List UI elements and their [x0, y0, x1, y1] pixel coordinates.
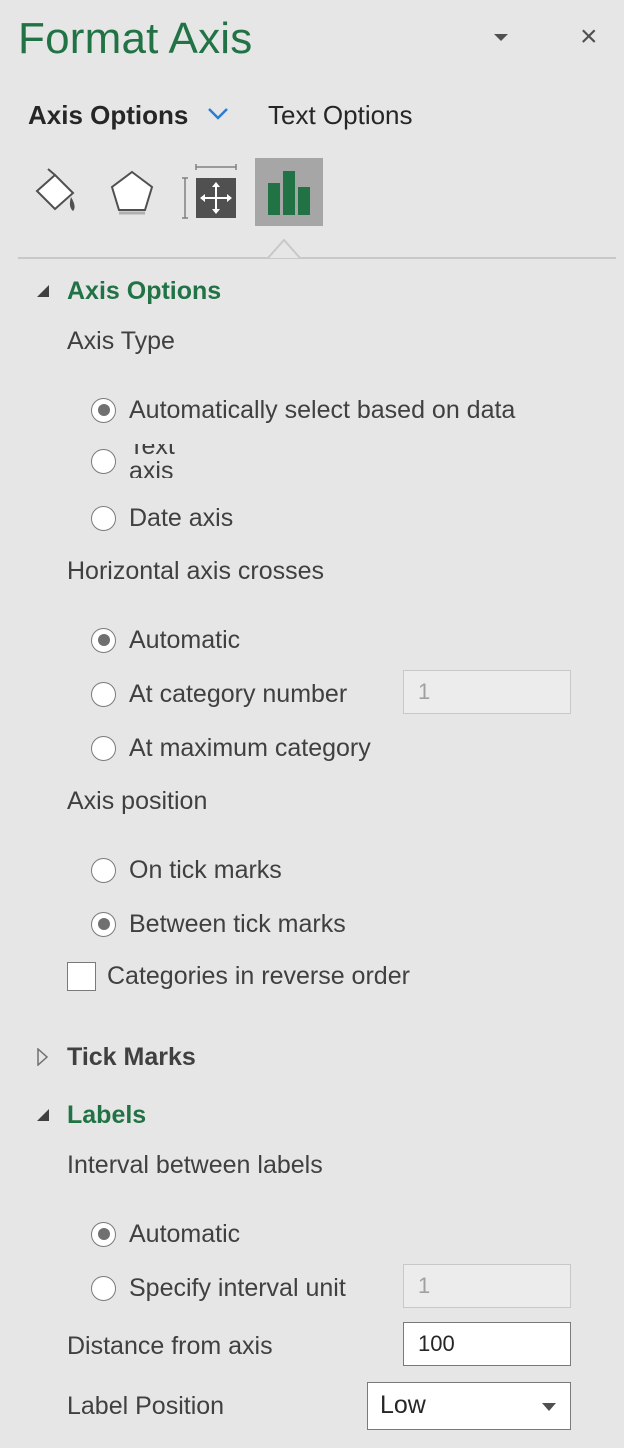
category-number-field[interactable]: 1 [403, 670, 571, 714]
collapse-triangle-icon[interactable] [36, 284, 50, 298]
dropdown-arrow-icon[interactable] [542, 1403, 556, 1411]
labels-heading[interactable]: Labels [67, 1101, 146, 1130]
radio-button[interactable] [91, 397, 116, 423]
radio-button[interactable] [91, 1275, 116, 1301]
radio-on-tick-marks[interactable]: On tick marks [91, 855, 282, 885]
selected-tab-notch [268, 238, 300, 258]
distance-from-axis-input[interactable]: 100 [403, 1322, 571, 1366]
radio-auto-select[interactable]: Automatically select based on data [91, 395, 515, 425]
effects-tab[interactable] [98, 158, 166, 226]
radio-label: Automatic [129, 1219, 241, 1248]
close-icon[interactable]: × [580, 22, 598, 52]
radio-between-tick-marks[interactable]: Between tick marks [91, 909, 346, 939]
tick-marks-heading[interactable]: Tick Marks [67, 1043, 196, 1072]
reverse-order-checkbox[interactable] [67, 962, 96, 991]
radio-label: Date axis [129, 503, 234, 532]
collapse-triangle-icon[interactable] [36, 1108, 50, 1122]
distance-from-axis-label: Distance from axis [67, 1332, 273, 1360]
radio-button[interactable] [91, 448, 116, 474]
size-properties-icon [182, 164, 237, 219]
pane-options-dropdown-icon[interactable] [494, 34, 508, 41]
horizontal-axis-crosses-label: Horizontal axis crosses [67, 557, 325, 585]
radio-label: Specify interval unit [129, 1273, 346, 1302]
label-position-label: Label Position [67, 1392, 225, 1420]
chevron-down-icon[interactable] [206, 106, 230, 122]
paint-bucket-icon [35, 168, 75, 211]
pane-title: Format Axis [18, 14, 253, 63]
radio-label: Automatic [129, 625, 241, 654]
pentagon-icon [110, 170, 154, 215]
radio-label: Between tick marks [129, 909, 346, 938]
fill-line-tab[interactable] [22, 158, 90, 226]
radio-button[interactable] [91, 857, 116, 883]
axis-position-label: Axis position [67, 787, 208, 815]
size-properties-tab[interactable] [176, 158, 244, 226]
radio-label: Automatically select based on data [129, 395, 516, 424]
bar-chart-icon [268, 171, 310, 215]
tab-divider [18, 257, 616, 259]
radio-button[interactable] [91, 681, 116, 707]
reverse-order-label[interactable]: Categories in reverse order [107, 962, 410, 991]
radio-date-axis[interactable]: Date axis [91, 503, 233, 533]
radio-label: At maximum category [129, 733, 371, 762]
radio-interval-automatic[interactable]: Automatic [91, 1219, 240, 1249]
radio-button[interactable] [91, 735, 116, 761]
radio-button[interactable] [91, 911, 116, 937]
radio-at-category-number[interactable]: At category number [91, 679, 347, 709]
radio-label-clipped: Text axis [129, 444, 175, 478]
axis-options-heading[interactable]: Axis Options [67, 277, 221, 306]
axis-options-tab[interactable]: Axis Options [28, 100, 188, 131]
expand-triangle-icon[interactable] [37, 1048, 49, 1066]
axis-type-label: Axis Type [67, 327, 175, 355]
radio-label: At category number [129, 679, 348, 708]
radio-crosses-automatic[interactable]: Automatic [91, 625, 240, 655]
label-position-value: Low [380, 1391, 426, 1419]
interval-between-labels-label: Interval between labels [67, 1151, 323, 1179]
radio-label: On tick marks [129, 855, 282, 884]
radio-button[interactable] [91, 505, 116, 531]
radio-specify-interval-unit[interactable]: Specify interval unit [91, 1273, 346, 1303]
interval-unit-field[interactable]: 1 [403, 1264, 571, 1308]
radio-button[interactable] [91, 627, 116, 653]
radio-button[interactable] [91, 1221, 116, 1247]
text-options-tab[interactable]: Text Options [268, 100, 413, 131]
radio-at-maximum-category[interactable]: At maximum category [91, 733, 371, 763]
label-position-dropdown[interactable]: Low [367, 1382, 571, 1430]
radio-text-axis[interactable]: Text axis [91, 444, 199, 478]
axis-options-icon-tab[interactable] [255, 158, 323, 226]
